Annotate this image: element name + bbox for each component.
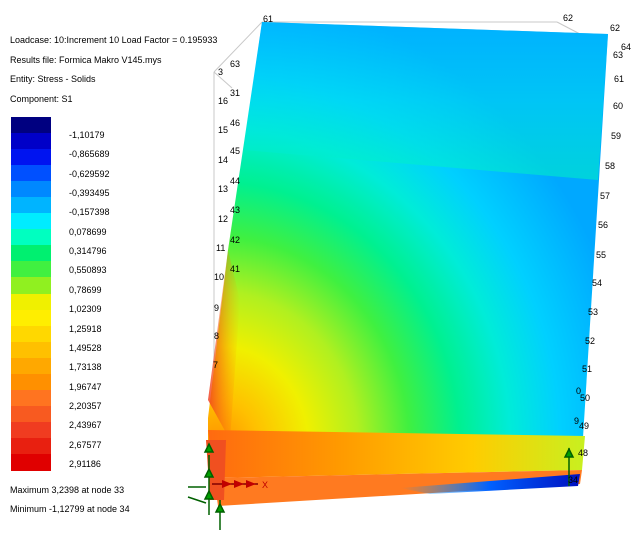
node-label-left: 16 [218, 96, 228, 106]
legend-swatch [11, 213, 51, 231]
extrema-summary: Maximum 3,2398 at node 33 Minimum -1,127… [10, 484, 130, 522]
node-label-left: 63 [230, 59, 240, 69]
node-label-right: 34 [568, 475, 578, 485]
node-label-right: 52 [585, 336, 595, 346]
legend-label: 2,91186 [69, 458, 101, 469]
legend-swatch [11, 229, 51, 247]
legend-label: 2,67577 [69, 439, 102, 450]
node-label-right: 51 [582, 364, 592, 374]
axis-x-label: X [262, 480, 268, 490]
node-label-right: 60 [613, 101, 623, 111]
legend-swatch [11, 309, 51, 327]
legend-swatch [11, 389, 51, 407]
node-label-right: 54 [592, 278, 602, 288]
node-label-left: 11 [216, 243, 225, 253]
results-header: Loadcase: 10:Increment 10 Load Factor = … [10, 34, 217, 112]
legend-label: 1,02309 [69, 304, 102, 315]
node-label-top: 61 [263, 14, 273, 24]
node-label-right: 55 [596, 250, 606, 260]
legend-label: 0,78699 [69, 284, 102, 295]
legend-swatch [11, 117, 51, 134]
legend-swatch [11, 197, 51, 215]
legend-swatch [11, 293, 51, 311]
legend-swatch [11, 341, 51, 359]
node-label-left: 8 [214, 331, 219, 341]
model-viewport[interactable]: X 61 62 62 64 63 3 31 16 46 15 45 14 44 13 43 12 42 11 41 1… [0, 0, 634, 538]
legend-swatch [11, 373, 51, 391]
legend-label: 1,73138 [69, 362, 102, 373]
legend-swatch [11, 133, 51, 151]
legend-swatch [11, 245, 51, 263]
legend-swatch [11, 421, 51, 439]
legend-swatch [11, 453, 51, 471]
node-label-right: 56 [598, 220, 608, 230]
node-label-left: 12 [218, 214, 228, 224]
node-label-left: 45 [230, 146, 240, 156]
node-label-left: 46 [230, 118, 240, 128]
legend-swatch [11, 277, 51, 295]
node-label-top: 62 [610, 23, 620, 33]
legend-swatch [11, 181, 51, 199]
legend-label: 2,43967 [69, 420, 102, 431]
minimum-text: Minimum -1,12799 at node 34 [10, 504, 130, 514]
node-label-right: 48 [578, 448, 588, 458]
legend-swatch [11, 325, 51, 343]
node-label-left: 13 [218, 184, 228, 194]
legend-label: -0,629592 [69, 168, 110, 179]
node-label-right: 53 [588, 307, 598, 317]
node-label-right: 49 [579, 421, 589, 431]
legend-label: 1,25918 [69, 323, 102, 334]
maximum-text: Maximum 3,2398 at node 33 [10, 485, 125, 495]
legend-swatch [11, 437, 51, 455]
node-label-left: 15 [218, 125, 228, 135]
entity-text: Entity: Stress - Solids [10, 74, 96, 84]
node-label-top: 62 [563, 13, 573, 23]
node-label-right: 59 [611, 131, 621, 141]
legend-label: 0,078699 [69, 226, 107, 237]
node-label-left: 42 [230, 235, 240, 245]
node-label-right: 57 [600, 191, 610, 201]
component-text: Component: S1 [10, 93, 73, 104]
legend-label: 0,550893 [69, 265, 107, 276]
node-label-left: 41 [230, 264, 240, 274]
legend-label: -1,10179 [69, 130, 105, 140]
node-label-left: 14 [218, 155, 228, 165]
legend-label: 1,49528 [69, 342, 102, 353]
solid-face [206, 22, 608, 506]
legend-swatch [11, 405, 51, 423]
node-label-left: 9 [214, 303, 219, 313]
node-label-left: 44 [230, 176, 240, 186]
node-label-left: 10 [214, 272, 224, 282]
node-label-left: 7 [213, 360, 218, 370]
node-label-left: 31 [230, 88, 240, 98]
legend-label: 1,96747 [69, 381, 102, 392]
legend-label: 2,20357 [69, 400, 102, 411]
legend-swatch [11, 149, 51, 167]
legend-label: -0,393495 [69, 188, 110, 199]
node-label-right: 61 [614, 74, 624, 84]
node-label-right: 63 [613, 50, 623, 60]
legend-swatch [11, 261, 51, 279]
loadcase-text: Loadcase: 10:Increment 10 Load Factor = … [10, 35, 218, 45]
legend-label: -0,865689 [69, 149, 110, 160]
legend-swatch [11, 357, 51, 375]
node-label-right: 58 [605, 161, 615, 171]
node-label-left: 3 [218, 67, 223, 77]
legend-label: 0,314796 [69, 246, 107, 257]
results-file-text: Results file: Formica Makro V145.mys [10, 54, 162, 65]
legend-swatch [11, 165, 51, 183]
node-label-right: 50 [580, 393, 590, 403]
node-label-left: 43 [230, 205, 240, 215]
legend-label: -0,157398 [69, 207, 110, 218]
